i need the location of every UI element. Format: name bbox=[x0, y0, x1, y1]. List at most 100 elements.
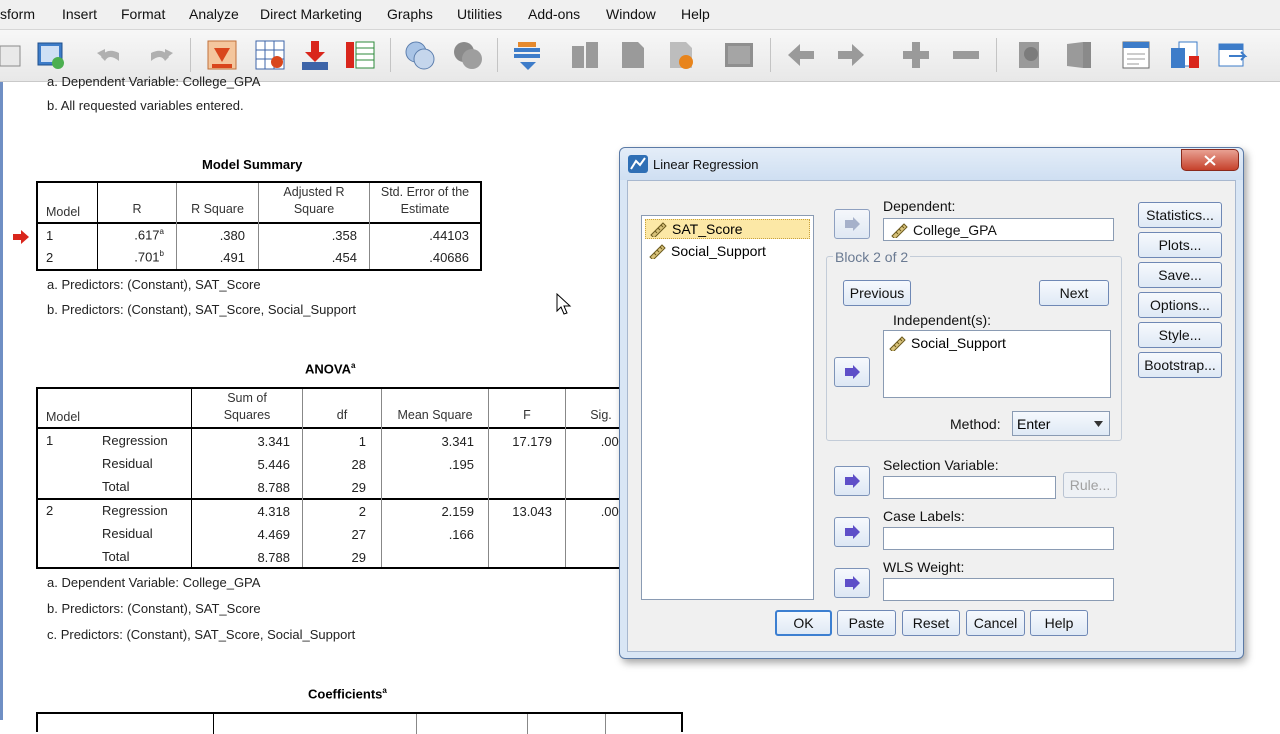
anova-row5-df: 27 bbox=[351, 527, 366, 542]
model-summary-title: Model Summary bbox=[202, 157, 303, 172]
previous-button[interactable]: Previous bbox=[843, 280, 911, 306]
menu-analyze[interactable]: Analyze bbox=[189, 6, 239, 22]
designate-window-icon[interactable] bbox=[566, 36, 604, 74]
menu-utilities[interactable]: Utilities bbox=[457, 6, 502, 22]
move-to-wls-weight-button[interactable] bbox=[834, 568, 870, 598]
style-button[interactable]: Style... bbox=[1138, 322, 1222, 348]
header-r: R bbox=[132, 202, 142, 216]
ms-row1-r-square: .380 bbox=[219, 228, 245, 243]
list-item-social-support[interactable]: Social_Support bbox=[645, 241, 810, 261]
anova-title: ANOVAa bbox=[305, 361, 356, 377]
method-value: Enter bbox=[1017, 415, 1051, 432]
menu-direct-marketing[interactable]: Direct Marketing bbox=[260, 6, 362, 22]
move-to-independents-button[interactable] bbox=[834, 357, 870, 387]
arrow-right-icon bbox=[845, 365, 860, 379]
goto-variable-icon[interactable] bbox=[251, 36, 289, 74]
cancel-button[interactable]: Cancel bbox=[966, 610, 1025, 636]
menu-window[interactable]: Window bbox=[606, 6, 656, 22]
statistics-button[interactable]: Statistics... bbox=[1138, 202, 1222, 228]
open-icon[interactable] bbox=[0, 36, 30, 74]
active-row-arrow-icon bbox=[13, 230, 29, 247]
anova-row6-type: Total bbox=[102, 549, 130, 564]
import-data-icon[interactable] bbox=[32, 36, 70, 74]
anova-row1-ms: 3.341 bbox=[441, 434, 474, 449]
close-button[interactable] bbox=[1181, 149, 1239, 171]
collapse-icon[interactable] bbox=[947, 36, 985, 74]
help-button[interactable]: Help bbox=[1030, 610, 1088, 636]
split-file-icon[interactable] bbox=[341, 36, 379, 74]
chart-icon[interactable] bbox=[720, 36, 758, 74]
arrow-right-icon bbox=[845, 474, 860, 488]
ms-row2-r: .701b bbox=[134, 249, 164, 265]
dialog-title-bar[interactable]: Linear Regression bbox=[620, 148, 1243, 180]
paste-button[interactable]: Paste bbox=[837, 610, 896, 636]
anova-header-df: df bbox=[336, 408, 348, 422]
menu-add-ons[interactable]: Add-ons bbox=[528, 6, 580, 22]
scale-variable-icon bbox=[650, 222, 667, 237]
ms-row1-model: 1 bbox=[46, 228, 54, 243]
anova-row4-sig: .000 bbox=[600, 504, 626, 519]
anova-row4-ss: 4.318 bbox=[257, 504, 290, 519]
insert-heading-icon[interactable] bbox=[1117, 36, 1155, 74]
options-button[interactable]: Options... bbox=[1138, 292, 1222, 318]
goto-case-icon[interactable] bbox=[203, 36, 241, 74]
anova-row4-model: 2 bbox=[46, 503, 54, 518]
hide-icon[interactable] bbox=[1059, 36, 1097, 74]
anova-row1-model: 1 bbox=[46, 433, 54, 448]
insert-output-icon[interactable] bbox=[614, 36, 652, 74]
export-icon[interactable] bbox=[1213, 36, 1251, 74]
insert-text-icon[interactable] bbox=[662, 36, 700, 74]
variable-list[interactable]: SAT_Score Social_Support bbox=[641, 215, 814, 600]
ok-button[interactable]: OK bbox=[775, 610, 832, 636]
value-labels-icon[interactable] bbox=[401, 36, 439, 74]
dependent-field[interactable]: College_GPA bbox=[883, 218, 1114, 241]
variables-icon[interactable] bbox=[296, 36, 334, 74]
dependent-value: College_GPA bbox=[913, 221, 997, 238]
anova-row2-type: Residual bbox=[102, 456, 153, 471]
menu-insert[interactable]: Insert bbox=[62, 6, 97, 22]
anova-header-sum-of-squares: Sum of Squares bbox=[223, 391, 271, 422]
list-item-sat-score[interactable]: SAT_Score bbox=[645, 219, 810, 239]
redo-icon[interactable] bbox=[142, 36, 180, 74]
plots-button[interactable]: Plots... bbox=[1138, 232, 1222, 258]
method-select[interactable]: Enter bbox=[1012, 411, 1110, 436]
anova-row6-ss: 8.788 bbox=[257, 550, 290, 565]
use-sets-icon[interactable] bbox=[449, 36, 487, 74]
wls-weight-field[interactable] bbox=[883, 578, 1114, 601]
show-icon[interactable] bbox=[1011, 36, 1049, 74]
expand-icon[interactable] bbox=[897, 36, 935, 74]
rule-button[interactable]: Rule... bbox=[1063, 472, 1117, 498]
selection-variable-field[interactable] bbox=[883, 476, 1056, 499]
wls-weight-label: WLS Weight: bbox=[883, 559, 965, 575]
menu-format[interactable]: Format bbox=[121, 6, 165, 22]
menu-help[interactable]: Help bbox=[681, 6, 710, 22]
case-labels-field[interactable] bbox=[883, 527, 1114, 550]
bootstrap-button[interactable]: Bootstrap... bbox=[1138, 352, 1222, 378]
header-adjusted-r-square: Adjusted R Square bbox=[283, 185, 345, 216]
insert-title-icon[interactable] bbox=[1165, 36, 1203, 74]
header-r-square: R Square bbox=[191, 202, 244, 216]
save-button[interactable]: Save... bbox=[1138, 262, 1222, 288]
anova-header-model: Model bbox=[46, 410, 81, 424]
next-button[interactable]: Next bbox=[1039, 280, 1109, 306]
menu-graphs[interactable]: Graphs bbox=[387, 6, 433, 22]
independent-item[interactable]: Social_Support bbox=[888, 335, 1006, 351]
anova-row5-ms: .166 bbox=[448, 527, 474, 542]
show-all-icon[interactable] bbox=[508, 36, 546, 74]
menu-bar: sform Insert Format Analyze Direct Marke… bbox=[0, 0, 1280, 30]
back-icon[interactable] bbox=[782, 36, 820, 74]
forward-icon[interactable] bbox=[832, 36, 870, 74]
anova-row4-df: 2 bbox=[358, 504, 366, 519]
move-to-case-labels-button[interactable] bbox=[834, 517, 870, 547]
undo-icon[interactable] bbox=[90, 36, 128, 74]
selection-variable-label: Selection Variable: bbox=[883, 457, 999, 473]
move-to-selection-button[interactable] bbox=[834, 466, 870, 496]
anova-row1-ss: 3.341 bbox=[257, 434, 290, 449]
independents-list[interactable]: Social_Support bbox=[883, 330, 1111, 398]
ms-row2-adj: .454 bbox=[331, 250, 357, 265]
regression-app-icon bbox=[628, 155, 648, 176]
anova-note-c: c. Predictors: (Constant), SAT_Score, So… bbox=[47, 627, 356, 642]
move-to-dependent-button[interactable] bbox=[834, 209, 870, 239]
reset-button[interactable]: Reset bbox=[902, 610, 960, 636]
menu-transform[interactable]: sform bbox=[0, 6, 35, 22]
